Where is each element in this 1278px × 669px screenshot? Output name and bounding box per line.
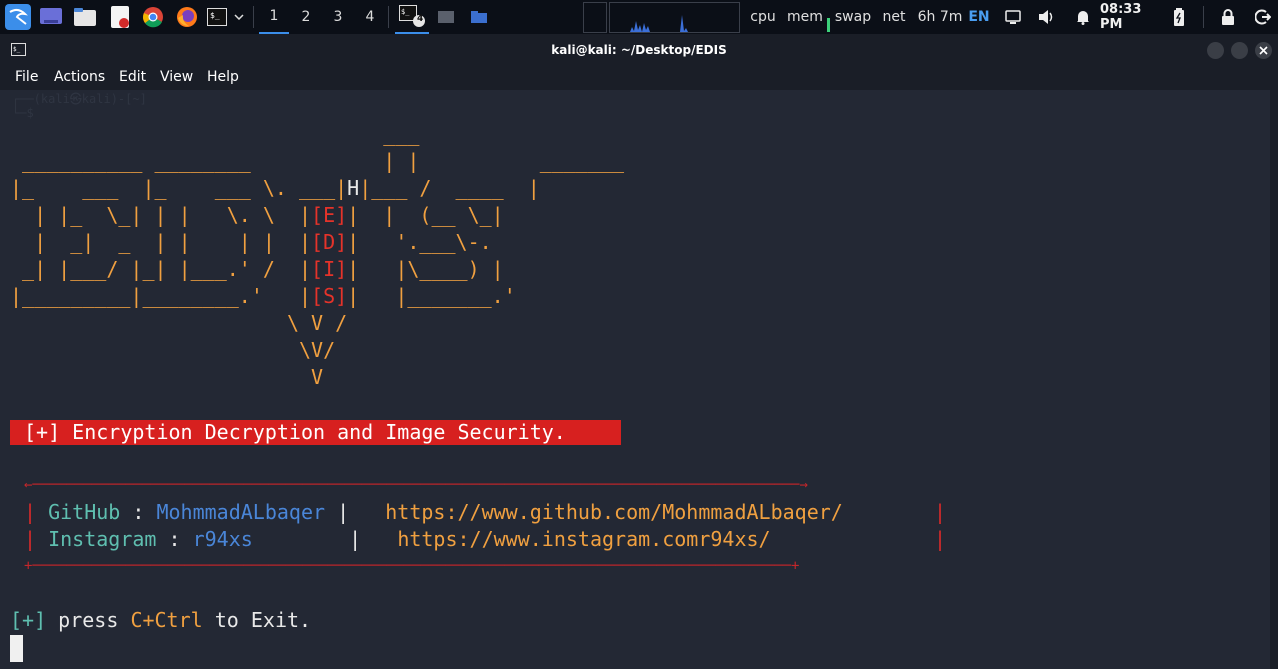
- chevron-down-icon[interactable]: [232, 0, 246, 34]
- instagram-label: Instagram: [48, 527, 157, 551]
- mem-bar: [827, 18, 830, 32]
- desktop-icon[interactable]: [38, 0, 64, 34]
- exit-prefix: [+]: [10, 608, 47, 632]
- links-box-bottom-border: +───────────────────────────────────────…: [24, 558, 800, 574]
- close-button[interactable]: [1255, 42, 1272, 59]
- exit-press: press: [58, 608, 119, 632]
- chrome-icon[interactable]: [140, 0, 166, 34]
- taskbar-folder-icon[interactable]: [467, 0, 491, 34]
- display-icon[interactable]: [1002, 0, 1024, 34]
- exit-hint: [+] press C+Ctrl to Exit.: [10, 607, 311, 634]
- workspace-label: 2: [301, 9, 311, 25]
- volume-icon[interactable]: [1036, 0, 1058, 34]
- cpu-graph-small: [583, 2, 607, 33]
- github-label: GitHub: [48, 500, 121, 524]
- taskbar-window-icon[interactable]: [435, 0, 457, 34]
- lock-icon[interactable]: [1218, 0, 1238, 34]
- instagram-row: | Instagram : r94xs | https://www.instag…: [24, 527, 771, 551]
- window-titlebar[interactable]: $_ kali@kali: ~/Desktop/EDIS: [0, 34, 1278, 67]
- clock[interactable]: 08:33 PM: [1100, 0, 1162, 34]
- minimize-button[interactable]: [1207, 42, 1224, 59]
- keyboard-layout[interactable]: EN: [968, 0, 990, 34]
- workspace-3[interactable]: 3: [323, 0, 353, 34]
- swap-monitor[interactable]: swap: [834, 0, 872, 34]
- cpu-graph: [609, 2, 740, 33]
- edis-ascii-logo: ___ __________ ________ | | _______ |_ _…: [10, 122, 625, 389]
- net-monitor[interactable]: net: [881, 0, 907, 34]
- bell-icon[interactable]: [1072, 0, 1094, 34]
- battery-icon[interactable]: [1170, 0, 1188, 34]
- svg-text:$_: $_: [210, 11, 220, 20]
- instagram-user[interactable]: r94xs: [193, 527, 253, 551]
- file-manager-icon[interactable]: [72, 0, 98, 34]
- github-url[interactable]: https://www.github.com/MohmmadALbaqer/: [385, 500, 843, 524]
- links-box-top-border: ←───────────────────────────────────────…: [24, 477, 808, 493]
- terminal-icon[interactable]: $_: [205, 0, 229, 34]
- workspace-label: 3: [333, 9, 343, 25]
- workspace-label: 4: [365, 9, 375, 25]
- workspace-label: 1: [269, 8, 279, 24]
- exit-keys: C+Ctrl: [130, 608, 203, 632]
- window-title: kali@kali: ~/Desktop/EDIS: [551, 43, 727, 57]
- github-user[interactable]: MohmmadALbaqer: [156, 500, 325, 524]
- terminal-cursor: [10, 635, 23, 662]
- menu-view[interactable]: View: [160, 69, 193, 85]
- github-row-end: |: [934, 500, 947, 524]
- exit-rest: to Exit.: [214, 608, 312, 632]
- firefox-icon[interactable]: [174, 0, 200, 34]
- kali-menu-icon[interactable]: [4, 0, 32, 34]
- uptime: 6h 7m: [917, 9, 963, 25]
- close-icon: [1259, 46, 1268, 55]
- menu-bar: File Actions Edit View Help: [0, 67, 1278, 90]
- window-count-badge: 4: [417, 14, 424, 24]
- menu-actions[interactable]: Actions: [54, 69, 105, 85]
- top-panel: $_ 1 2 3 4 $_ 4 cpu mem swap net 6h 7m E…: [0, 0, 1278, 34]
- logout-icon[interactable]: [1252, 0, 1274, 34]
- workspace-2[interactable]: 2: [291, 0, 321, 34]
- taskbar-terminal-window[interactable]: $_ 4: [395, 0, 429, 34]
- scrollbar[interactable]: [1270, 90, 1278, 669]
- maximize-button[interactable]: [1231, 42, 1248, 59]
- workspace-4[interactable]: 4: [355, 0, 385, 34]
- mem-monitor[interactable]: mem: [787, 0, 823, 34]
- menu-file[interactable]: File: [15, 69, 38, 85]
- text-editor-icon[interactable]: [107, 0, 133, 34]
- cpu-monitor[interactable]: cpu: [749, 0, 777, 34]
- svg-text:$_: $_: [401, 8, 410, 16]
- workspace-1[interactable]: 1: [259, 0, 289, 34]
- tagline-banner: [+] Encryption Decryption and Image Secu…: [10, 420, 621, 445]
- instagram-row-end: |: [934, 527, 947, 551]
- menu-edit[interactable]: Edit: [119, 69, 146, 85]
- github-row: | GitHub : MohmmadALbaqer | https://www.…: [24, 500, 843, 524]
- instagram-url[interactable]: https://www.instagram.comr94xs/: [397, 527, 770, 551]
- menu-help[interactable]: Help: [207, 69, 239, 85]
- ghost-prompt: ┌──(kali㉿kali)-[~] └─$: [12, 92, 147, 120]
